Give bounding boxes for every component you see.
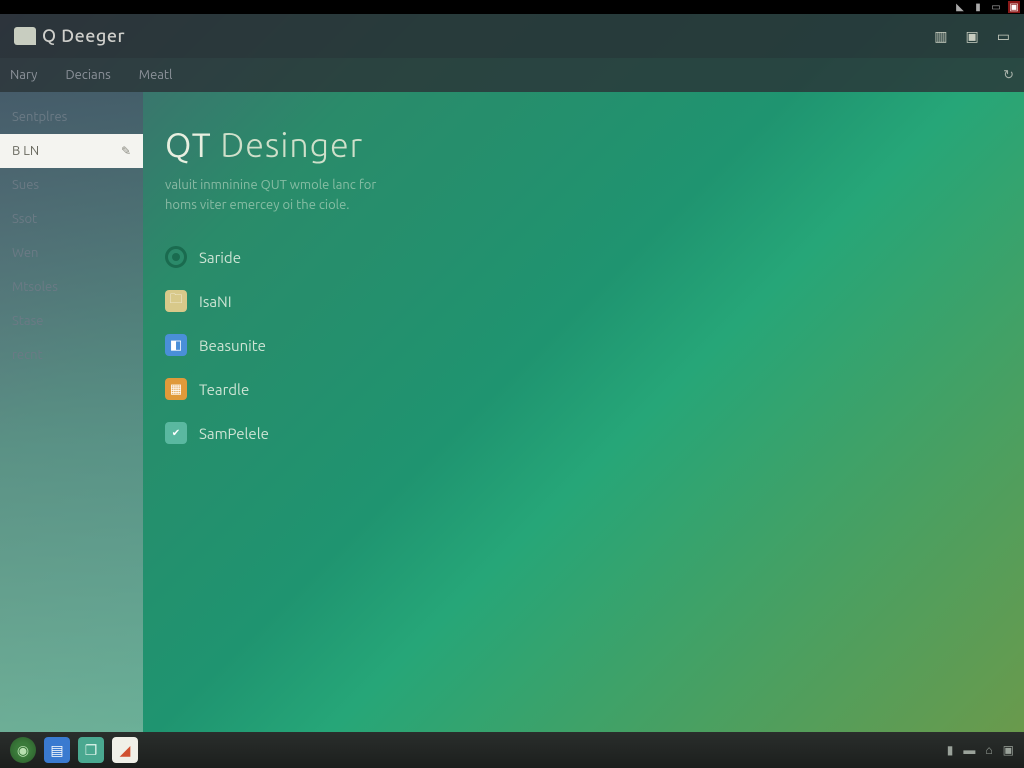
option-label: Beasunite (199, 337, 266, 354)
option-4[interactable]: SamPelele (165, 417, 1024, 449)
tray-network-icon[interactable]: ▮ (947, 743, 954, 757)
sidebar-item-2[interactable]: Sues (0, 168, 143, 202)
menu-item-1[interactable]: Decians (65, 68, 110, 82)
page-title: QT Desinger (165, 126, 1024, 164)
sidebar: Sentplres B LN ✎ Sues Ssot Wen Mtsoles Stase rec… (0, 92, 143, 732)
teal-icon (165, 422, 187, 444)
titlebar-action-2-icon[interactable]: ▣ (966, 28, 979, 45)
sidebar-item-label: Stase (12, 314, 43, 328)
tray-pin-icon[interactable]: ▮ (972, 1, 984, 13)
option-label: Saride (199, 249, 241, 266)
tray-window-icon[interactable]: ▭ (990, 1, 1002, 13)
orange-icon: ▦ (165, 378, 187, 400)
page-subtitle: valuit inmninine QUT wmole lanc for homs… (165, 176, 545, 215)
option-3[interactable]: ▦ Teardle (165, 373, 1024, 405)
app-title: Q Deeger (42, 26, 125, 46)
sidebar-item-7[interactable]: recnt (0, 338, 143, 372)
logo-icon (14, 27, 36, 45)
titlebar-action-1-icon[interactable]: ▥ (934, 28, 947, 45)
option-label: SamPelele (199, 425, 269, 442)
sidebar-item-label: Ssot (12, 212, 37, 226)
menu-item-0[interactable]: Nary (10, 68, 37, 82)
application-window: Q Deeger ▥ ▣ ▭ Nary Decians Meatl ↻ Sent… (0, 14, 1024, 732)
folder-icon: 🗀 (165, 290, 187, 312)
page-title-bold: QT (165, 126, 212, 164)
tray-more-icon[interactable]: ▣ (1003, 743, 1014, 757)
sidebar-item-label: Sentplres (12, 110, 67, 124)
subtitle-line1: valuit inmninine QUT wmole lanc for (165, 178, 376, 192)
sidebar-item-4[interactable]: Wen (0, 236, 143, 270)
taskbar-files-icon[interactable]: ▤ (44, 737, 70, 763)
taskbar-app-icon[interactable]: ◢ (112, 737, 138, 763)
option-label: IsaNI (199, 293, 232, 310)
tray-battery-icon[interactable]: ⌂ (985, 743, 992, 757)
sidebar-item-label: B LN (12, 144, 39, 158)
start-button[interactable]: ◉ (10, 737, 36, 763)
titlebar-actions: ▥ ▣ ▭ (934, 28, 1010, 45)
option-1[interactable]: 🗀 IsaNI (165, 285, 1024, 317)
titlebar: Q Deeger ▥ ▣ ▭ (0, 14, 1024, 58)
edit-icon[interactable]: ✎ (121, 144, 131, 158)
page-title-light: Desinger (212, 126, 363, 164)
system-tray-top: ◣ ▮ ▭ ▣ (0, 0, 1024, 14)
menu-item-2[interactable]: Meatl (139, 68, 173, 82)
sidebar-item-3[interactable]: Ssot (0, 202, 143, 236)
tray-close-icon[interactable]: ▣ (1008, 1, 1020, 13)
sidebar-item-label: Sues (12, 178, 39, 192)
sidebar-item-label: Wen (12, 246, 38, 260)
sidebar-item-6[interactable]: Stase (0, 304, 143, 338)
option-2[interactable]: ◧ Beasunite (165, 329, 1024, 361)
sidebar-item-1[interactable]: B LN ✎ (0, 134, 143, 168)
subtitle-line2: homs viter emercey oi the ciole. (165, 198, 349, 212)
tray-volume-icon[interactable]: ▬ (963, 743, 975, 757)
sidebar-item-5[interactable]: Mtsoles (0, 270, 143, 304)
taskbar-tray: ▮ ▬ ⌂ ▣ (947, 743, 1014, 757)
taskbar-terminal-icon[interactable]: ❐ (78, 737, 104, 763)
option-label: Teardle (199, 381, 249, 398)
app-logo: Q Deeger (14, 26, 125, 46)
menubar: Nary Decians Meatl ↻ (0, 58, 1024, 92)
titlebar-action-3-icon[interactable]: ▭ (997, 28, 1010, 45)
menubar-refresh-icon[interactable]: ↻ (1003, 68, 1014, 83)
sidebar-item-0[interactable]: Sentplres (0, 100, 143, 134)
blue-icon: ◧ (165, 334, 187, 356)
taskbar: ◉ ▤ ❐ ◢ ▮ ▬ ⌂ ▣ (0, 732, 1024, 768)
sidebar-item-label: recnt (12, 348, 43, 362)
option-0[interactable]: Saride (165, 241, 1024, 273)
template-options: Saride 🗀 IsaNI ◧ Beasunite ▦ Teardle SamPelele (165, 241, 1024, 449)
main-content: QT Desinger valuit inmninine QUT wmole l… (143, 92, 1024, 732)
radio-icon (165, 246, 187, 268)
tray-pointer-icon[interactable]: ◣ (954, 1, 966, 13)
sidebar-item-label: Mtsoles (12, 280, 58, 294)
